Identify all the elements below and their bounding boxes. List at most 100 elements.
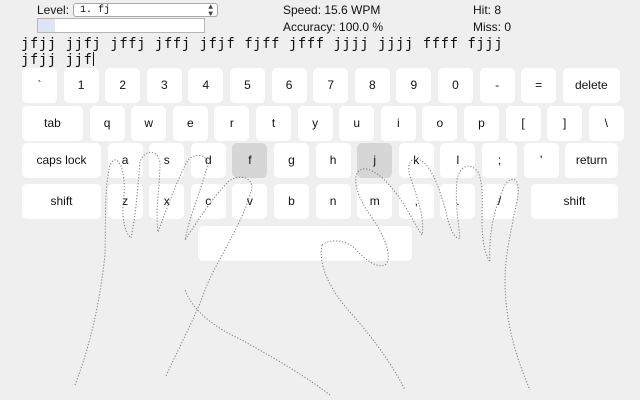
key-return[interactable]: return (565, 143, 618, 178)
key-slash[interactable]: / (482, 184, 517, 219)
key-5[interactable]: 5 (230, 68, 265, 103)
key-label: p (478, 116, 485, 130)
key-label: k (413, 153, 420, 167)
key-label: w (144, 116, 154, 130)
key-label: n (329, 194, 337, 208)
key-label: r (229, 116, 234, 130)
key-label: d (204, 153, 212, 167)
key-b[interactable]: b (274, 184, 309, 219)
key-label: 9 (410, 78, 418, 92)
key-equals[interactable]: = (521, 68, 557, 103)
key-space[interactable] (198, 226, 412, 261)
key-label: j (373, 153, 377, 167)
key-s[interactable]: s (149, 143, 185, 178)
key-k[interactable]: k (398, 143, 434, 178)
key-backslash[interactable]: \ (588, 106, 624, 141)
key-label: s (163, 153, 170, 167)
key-8[interactable]: 8 (354, 68, 390, 103)
key-label: 3 (160, 78, 168, 92)
key-label: 4 (202, 78, 210, 92)
key-label: 7 (327, 78, 335, 92)
key-label: o (436, 116, 444, 130)
key-label: t (271, 116, 276, 130)
key-label: = (535, 78, 543, 92)
key-7[interactable]: 7 (313, 68, 349, 103)
keyboard: ` 1 2 3 4 5 6 7 8 9 0 - = delete tab q w e r t y u i o p [] \ caps … (0, 0, 640, 400)
key-label: u (353, 116, 361, 130)
key-shift[interactable]: shift (531, 184, 618, 219)
key-6[interactable]: 6 (271, 68, 307, 103)
key-label: 1 (77, 78, 85, 92)
key-backtick[interactable]: ` (22, 68, 57, 103)
key-j[interactable]: j (357, 143, 393, 178)
key-label: ' (539, 153, 543, 167)
key-left-bracket[interactable]: [ (505, 106, 541, 141)
key-label: g (288, 153, 295, 167)
key-r[interactable]: r (214, 106, 250, 141)
key-1[interactable]: 1 (63, 68, 99, 103)
key-label: l (456, 153, 460, 167)
key-t[interactable]: t (256, 106, 291, 141)
key-label: 5 (244, 78, 251, 92)
key-shift[interactable]: shift (22, 184, 101, 219)
key-z[interactable]: z (107, 184, 143, 219)
key-label: [ (521, 116, 525, 130)
key-delete[interactable]: delete (562, 68, 620, 103)
key-label: . (456, 194, 460, 208)
key-label: z (122, 194, 129, 208)
key-minus[interactable]: - (479, 68, 515, 103)
key-m[interactable]: m (357, 184, 393, 219)
key-p[interactable]: p (464, 106, 499, 141)
key-y[interactable]: y (297, 106, 333, 141)
key-label: 8 (368, 78, 376, 92)
key-label: delete (574, 78, 608, 92)
key-n[interactable]: n (315, 184, 351, 219)
key-a[interactable]: a (107, 143, 143, 178)
key-label: 2 (119, 78, 127, 92)
key-label: shift (50, 194, 73, 208)
key-g[interactable]: g (274, 143, 309, 178)
key-label: f (248, 153, 252, 167)
key-tab[interactable]: tab (22, 106, 83, 141)
key-o[interactable]: o (422, 106, 458, 141)
key-right-bracket[interactable]: ] (547, 106, 583, 141)
key-l[interactable]: l (440, 143, 476, 178)
key-label: ` (37, 78, 42, 92)
key-label: - (495, 78, 500, 92)
key-c[interactable]: c (190, 184, 226, 219)
key-e[interactable]: e (172, 106, 208, 141)
key-label: shift (563, 194, 586, 208)
key-q[interactable]: q (89, 106, 125, 141)
key-4[interactable]: 4 (188, 68, 224, 103)
key-label: 0 (452, 78, 459, 92)
key-label: , (414, 194, 418, 208)
key-caps-lock[interactable]: caps lock (22, 143, 101, 178)
key-u[interactable]: u (339, 106, 375, 141)
key-x[interactable]: x (149, 184, 185, 219)
key-quote[interactable]: ' (523, 143, 559, 178)
key-label: e (186, 116, 194, 130)
key-i[interactable]: i (380, 106, 416, 141)
key-f[interactable]: f (232, 143, 268, 178)
key-2[interactable]: 2 (105, 68, 141, 103)
key-h[interactable]: h (315, 143, 351, 178)
key-semicolon[interactable]: ; (482, 143, 517, 178)
key-period[interactable]: . (440, 184, 476, 219)
key-label: q (103, 116, 111, 130)
key-label: b (288, 194, 295, 208)
key-3[interactable]: 3 (146, 68, 182, 103)
key-label: caps lock (36, 153, 87, 167)
key-w[interactable]: w (131, 106, 167, 141)
key-label: 6 (285, 78, 293, 92)
key-0[interactable]: 0 (438, 68, 473, 103)
key-9[interactable]: 9 (396, 68, 432, 103)
key-label: x (163, 194, 170, 208)
key-v[interactable]: v (232, 184, 268, 219)
key-label: i (396, 116, 400, 130)
key-label: return (575, 153, 608, 167)
key-label: v (246, 194, 253, 208)
key-label: a (121, 153, 129, 167)
key-label: / (497, 194, 502, 208)
key-comma[interactable]: , (398, 184, 434, 219)
key-d[interactable]: d (190, 143, 226, 178)
